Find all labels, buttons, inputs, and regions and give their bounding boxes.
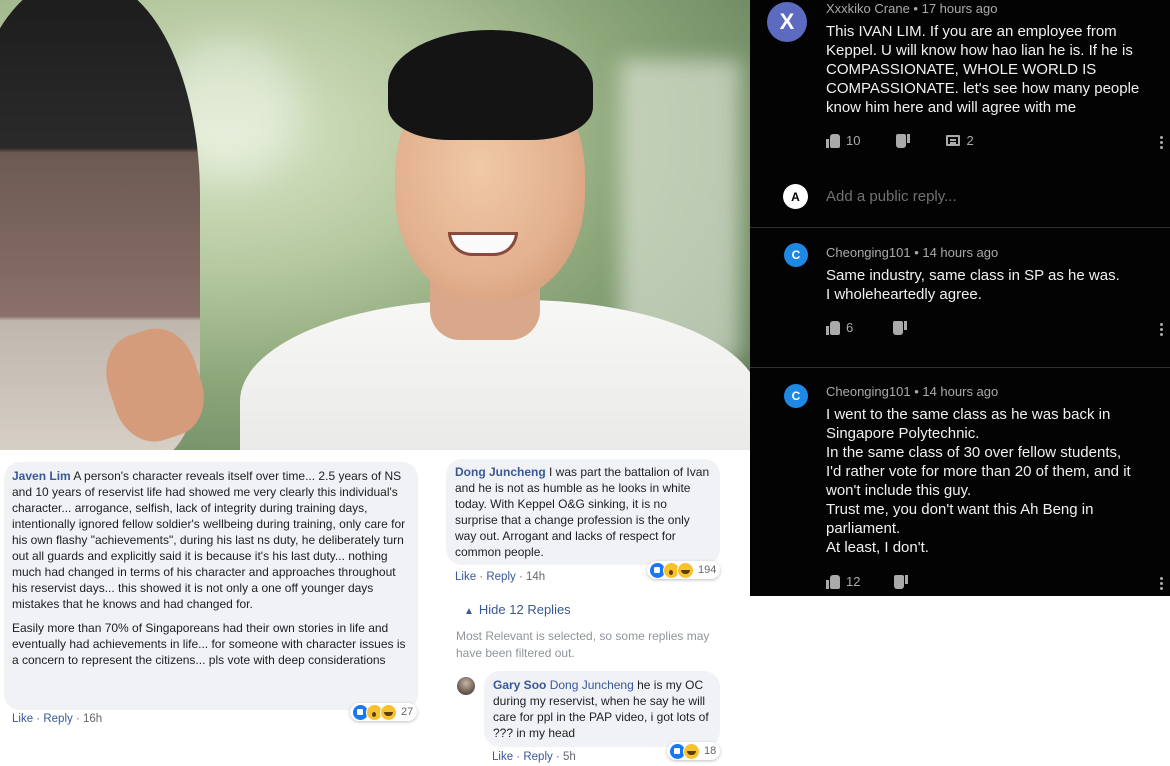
comment-actions: 10 2 [826,133,974,148]
comment-line: parliament. [826,520,901,537]
thumbs-down-icon[interactable] [896,134,910,148]
comment-meta: Like · Reply · 5h [492,751,576,763]
photo-hair [388,30,593,140]
comment-text: Same industry, same class in SP as he wa… [826,266,1156,304]
comment-line: I went to the same class as he was back … [826,406,1111,423]
thumbs-up-icon[interactable] [826,574,840,589]
comment-author[interactable]: Cheonging101 • 14 hours ago [826,245,998,260]
reaction-summary[interactable]: 27 [350,703,418,721]
comment-time[interactable]: 5h [563,751,576,763]
avatar[interactable] [457,677,475,695]
reply-icon[interactable] [946,135,961,146]
haha-reaction-icon [380,703,397,721]
comment-author[interactable]: Cheonging101 • 14 hours ago [826,384,998,399]
reply-input[interactable]: Add a public reply... [826,188,957,205]
fb-reply-bubble: Gary Soo Dong Juncheng he is my OC durin… [484,671,720,747]
comment-actions: 6 [826,320,907,335]
comment-text: A person's character reveals itself over… [12,469,406,611]
comment-actions: 12 [826,574,908,589]
comment-text: I was part the battalion of Ivan and he … [455,465,710,559]
comment-author[interactable]: Gary Soo [493,678,546,692]
comment-line: I wholeheartedly agree. [826,286,982,303]
like-link[interactable]: Like [12,713,33,725]
comment-text: Easily more than 70% of Singaporeans had… [12,621,406,667]
candidate-photo [0,0,750,450]
comment-line: Same industry, same class in SP as he wa… [826,267,1120,284]
comment-text: This IVAN LIM. If you are an employee fr… [826,23,1140,116]
avatar[interactable]: X [767,2,807,42]
like-link[interactable]: Like [492,751,513,763]
like-count: 6 [846,320,854,335]
haha-reaction-icon [683,742,700,760]
comment-author[interactable]: Javen Lim [12,469,71,483]
like-link[interactable]: Like [455,571,476,583]
comment-line: At least, I don't. [826,539,929,556]
reaction-count: 18 [704,745,717,757]
divider [750,367,1170,368]
haha-reaction-icon [677,561,694,579]
hide-replies-label: Hide 12 Replies [478,602,571,617]
hide-replies-button[interactable]: ▲ Hide 12 Replies [464,602,571,617]
divider [750,227,1170,228]
comment-time[interactable]: 17 hours ago [922,1,998,16]
reaction-count: 194 [698,564,717,576]
comment-line: Trust me, you don't want this Ah Beng in [826,501,1094,518]
reaction-count: 27 [401,706,414,718]
reaction-summary[interactable]: 18 [667,742,721,760]
comment-time[interactable]: 14h [526,571,545,583]
mention-link[interactable]: Dong Juncheng [550,678,634,692]
reply-link[interactable]: Reply [43,713,72,725]
like-count: 12 [846,574,861,589]
comment-author[interactable]: Dong Juncheng [455,465,546,479]
more-options-icon[interactable] [1160,136,1166,149]
avatar: A [783,184,808,209]
chevron-up-icon: ▲ [464,606,474,617]
fb-comment-bubble: Dong Juncheng I was part the battalion o… [446,459,720,565]
thumbs-down-icon[interactable] [894,575,908,589]
more-options-icon[interactable] [1160,323,1166,336]
more-options-icon[interactable] [1160,577,1166,590]
thumbs-down-icon[interactable] [893,321,907,335]
comment-line: I'd rather vote for more than 20 of them… [826,463,1131,480]
thumbs-up-icon[interactable] [826,320,840,335]
avatar[interactable]: C [784,243,808,267]
avatar[interactable]: C [784,384,808,408]
comment-line: Singapore Polytechnic. [826,425,980,442]
comment-meta: Like · Reply · 14h [455,571,546,583]
reply-link[interactable]: Reply [486,571,515,583]
reply-count[interactable]: 2 [966,133,973,148]
fb-comment-bubble: Javen Lim A person's character reveals i… [4,462,418,710]
youtube-comments-panel: X Xxxkiko Crane • 17 hours ago This IVAN… [750,0,1170,596]
like-count: 10 [846,133,861,148]
comment-time[interactable]: 16h [83,713,102,725]
comment-meta: Like · Reply · 16h [12,713,103,725]
reaction-summary[interactable]: 194 [647,561,721,579]
thumbs-up-icon[interactable] [826,133,840,148]
filter-note: Most Relevant is selected, so some repli… [456,629,710,660]
comment-line: In the same class of 30 over fellow stud… [826,444,1122,461]
comment-author[interactable]: Xxxkiko Crane • 17 hours ago [826,1,998,16]
comment-line: won't include this guy. [826,482,972,499]
comment-time[interactable]: 14 hours ago [922,384,998,399]
reply-link[interactable]: Reply [523,751,552,763]
comment-time[interactable]: 14 hours ago [922,245,998,260]
comment-text: I went to the same class as he was back … [826,405,1161,557]
